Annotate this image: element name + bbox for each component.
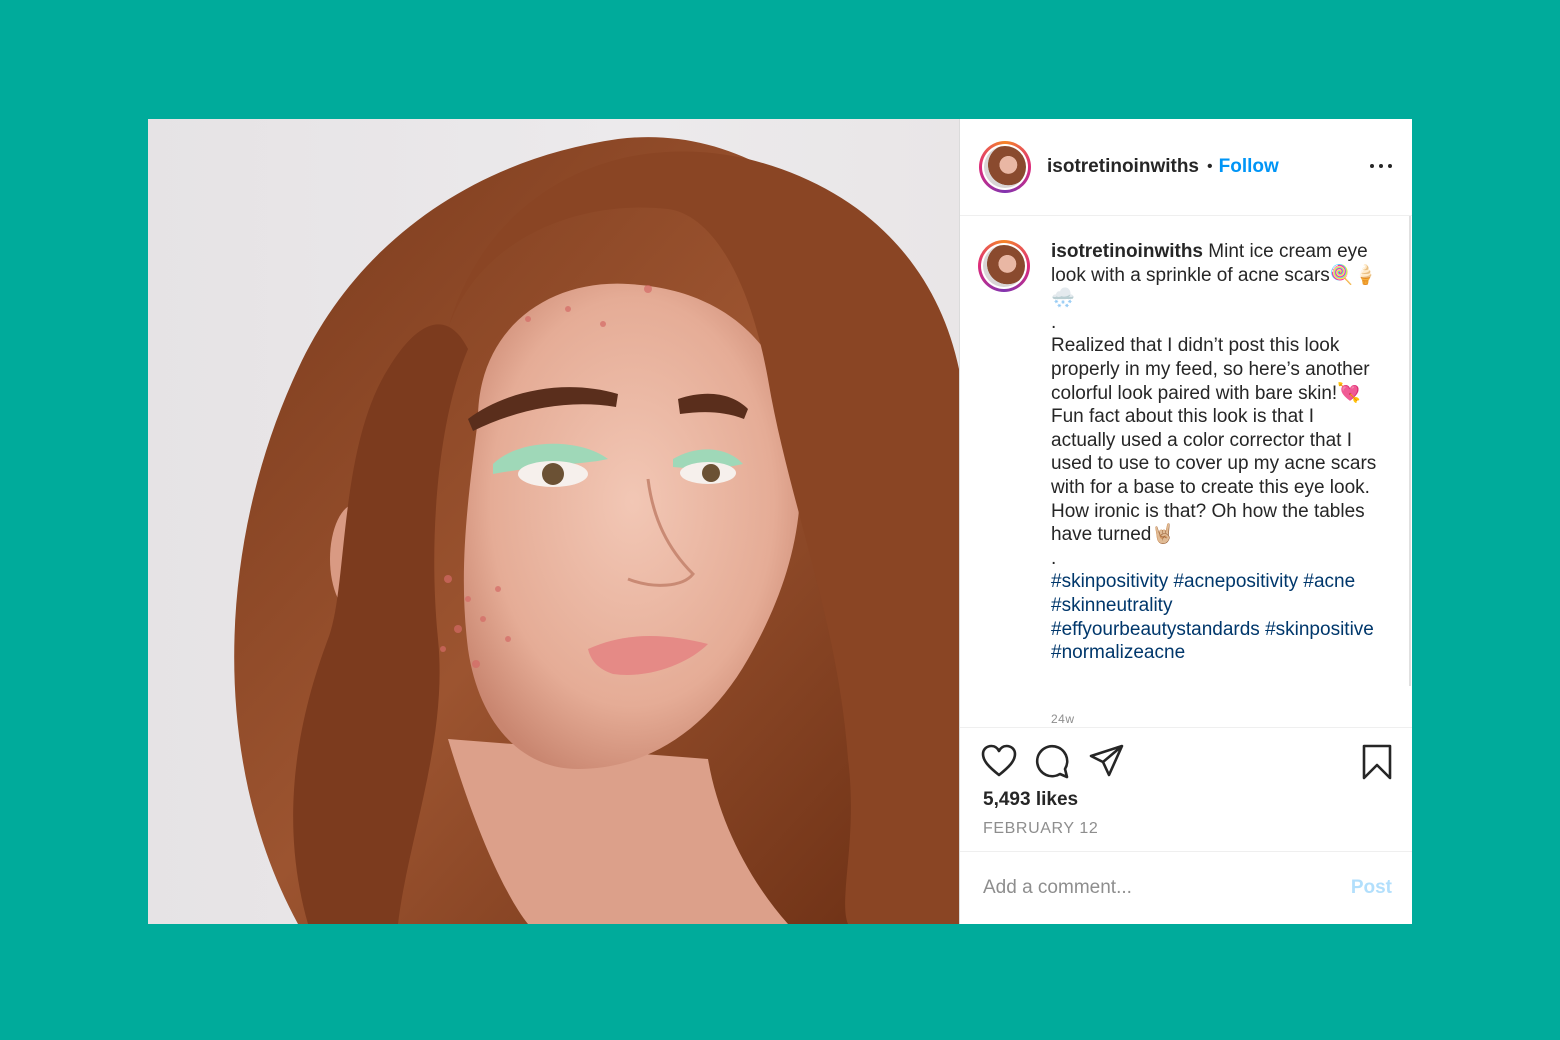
caption-dot-2: . bbox=[1051, 547, 1057, 569]
caption-body: Realized that I didn’t post this look pr… bbox=[1051, 335, 1377, 546]
caption-dot-1: . bbox=[1051, 311, 1057, 333]
action-bar bbox=[960, 728, 1412, 796]
more-horizontal-icon[interactable] bbox=[1370, 155, 1392, 177]
caption-username[interactable]: isotretinoinwiths bbox=[1051, 241, 1203, 262]
caption-hashtags[interactable]: #skinpositivity #acnepositivity #acne #s… bbox=[1051, 570, 1381, 664]
avatar-image bbox=[984, 146, 1026, 188]
comment-input[interactable] bbox=[960, 876, 1351, 900]
caption-avatar[interactable] bbox=[978, 240, 1030, 292]
caption-text: isotretinoinwiths Mint ice cream eye loo… bbox=[1051, 240, 1381, 665]
instagram-post: isotretinoinwiths • Follow isotretinoinw… bbox=[148, 119, 1412, 924]
bookmark-icon[interactable] bbox=[1361, 744, 1393, 780]
caption-scrollbar[interactable] bbox=[1409, 216, 1411, 686]
post-side-panel: isotretinoinwiths • Follow isotretinoinw… bbox=[959, 119, 1412, 924]
post-photo[interactable] bbox=[148, 119, 959, 924]
heart-icon[interactable] bbox=[981, 744, 1017, 778]
share-icon[interactable] bbox=[1089, 744, 1125, 778]
portrait-image bbox=[234, 137, 959, 924]
comment-bar: Post bbox=[960, 851, 1412, 924]
likes-count[interactable]: 5,493 likes bbox=[983, 789, 1078, 811]
post-comment-button[interactable]: Post bbox=[1351, 877, 1392, 899]
post-date: FEBRUARY 12 bbox=[983, 820, 1099, 837]
caption-area[interactable]: isotretinoinwiths Mint ice cream eye loo… bbox=[960, 216, 1412, 728]
follow-button[interactable]: Follow bbox=[1219, 156, 1279, 178]
comment-icon[interactable] bbox=[1034, 744, 1070, 780]
avatar[interactable] bbox=[979, 141, 1031, 193]
post-header: isotretinoinwiths • Follow bbox=[960, 119, 1412, 216]
caption-timestamp[interactable]: 24w bbox=[1051, 712, 1075, 726]
separator-dot: • bbox=[1207, 158, 1213, 175]
header-username[interactable]: isotretinoinwiths bbox=[1047, 156, 1199, 178]
